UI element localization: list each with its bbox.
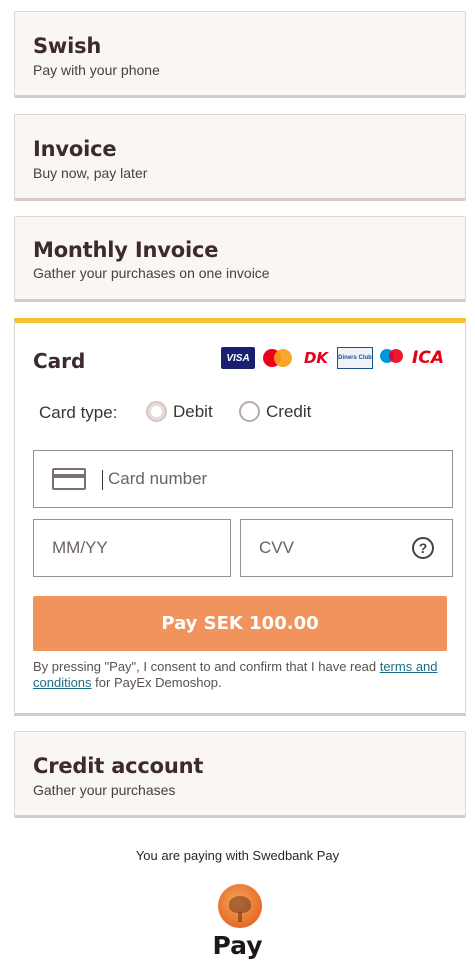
card-number-input[interactable]: Card number <box>33 450 453 508</box>
method-subtitle: Pay with your phone <box>33 62 160 78</box>
visa-logo: VISA <box>221 347 255 369</box>
cvv-input[interactable]: CVV ? <box>240 519 453 577</box>
method-subtitle: Gather your purchases <box>33 782 176 798</box>
maestro-logo <box>379 347 405 369</box>
payment-method-swish[interactable]: Swish Pay with your phone <box>14 11 466 98</box>
consent-text: By pressing "Pay", I consent to and conf… <box>33 659 451 691</box>
dankort-logo: DK <box>303 349 329 367</box>
expiry-placeholder: MM/YY <box>52 538 108 557</box>
mastercard-logo <box>261 347 295 369</box>
pay-button[interactable]: Pay SEK 100.00 <box>33 596 447 651</box>
radio-selected-icon[interactable] <box>146 401 167 422</box>
method-subtitle: Buy now, pay later <box>33 165 148 181</box>
text-cursor <box>102 470 103 490</box>
cvv-placeholder: CVV <box>259 538 294 557</box>
footer-text: You are paying with Swedbank Pay <box>135 848 340 863</box>
payment-method-invoice[interactable]: Invoice Buy now, pay later <box>14 114 466 201</box>
card-logos: VISA DK Diners Club ICA <box>221 347 445 369</box>
card-type-credit-radio[interactable]: Credit <box>239 401 311 422</box>
method-title: Invoice <box>33 137 117 161</box>
card-number-placeholder: Card number <box>108 469 208 488</box>
swedbank-pay-wordmark: Pay <box>212 931 263 960</box>
diners-club-logo: Diners Club <box>337 347 373 369</box>
method-title: Credit account <box>33 754 204 778</box>
method-subtitle: Gather your purchases on one invoice <box>33 265 270 281</box>
oak-trunk-icon <box>238 912 242 922</box>
method-title: Monthly Invoice <box>33 238 219 262</box>
credit-card-icon <box>52 468 86 490</box>
method-title: Swish <box>33 34 102 58</box>
payment-method-monthly-invoice[interactable]: Monthly Invoice Gather your purchases on… <box>14 216 466 302</box>
ica-logo: ICA <box>412 348 444 368</box>
consent-after: for PayEx Demoshop. <box>91 675 222 690</box>
expiry-input[interactable]: MM/YY <box>33 519 231 577</box>
help-icon[interactable]: ? <box>412 537 434 559</box>
card-type-debit-radio[interactable]: Debit <box>146 401 213 422</box>
card-title: Card <box>33 349 86 373</box>
payment-method-card: Card VISA DK Diners Club ICA Card type: … <box>14 318 466 716</box>
consent-before: By pressing "Pay", I consent to and conf… <box>33 659 380 674</box>
radio-label: Credit <box>266 401 312 421</box>
radio-label: Debit <box>173 401 213 421</box>
radio-unselected-icon[interactable] <box>239 401 260 422</box>
payment-method-credit-account[interactable]: Credit account Gather your purchases <box>14 731 466 818</box>
card-type-label: Card type: <box>39 403 118 422</box>
